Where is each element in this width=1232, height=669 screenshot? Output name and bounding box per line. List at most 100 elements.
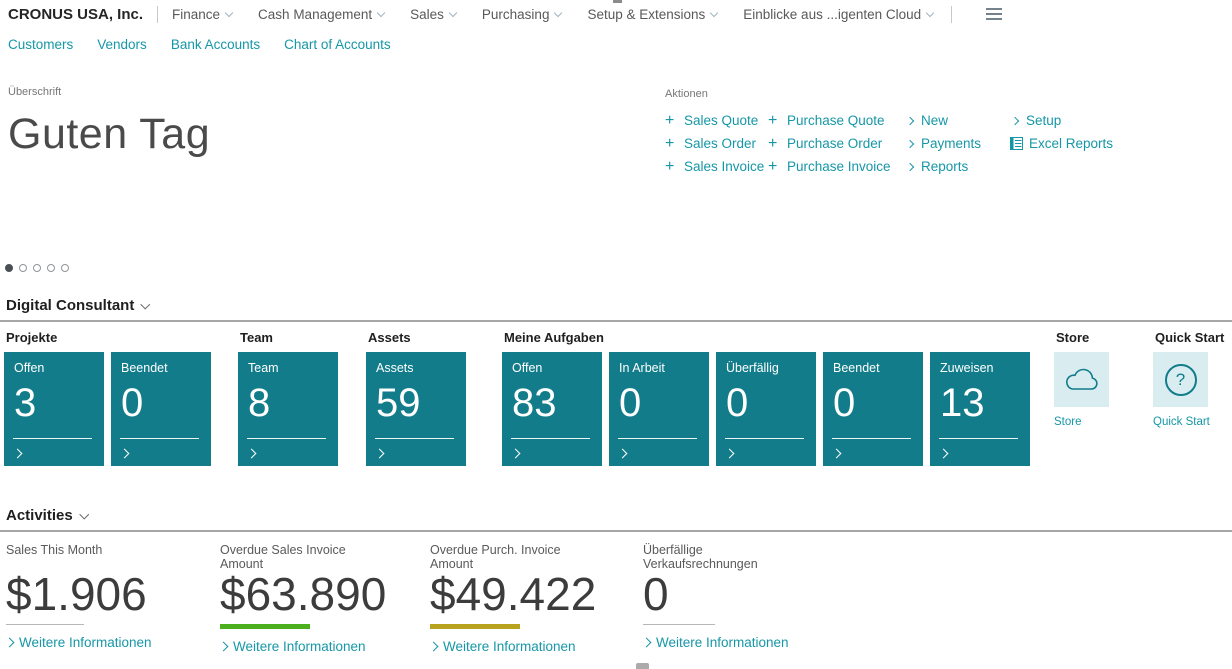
tile-aufgaben-in-arbeit[interactable]: In Arbeit 0 — [609, 352, 709, 466]
chevron-down-icon — [449, 9, 457, 17]
page-title: Guten Tag — [8, 110, 210, 159]
actions-caption: Aktionen — [665, 88, 1113, 100]
top-navigation: CRONUS USA, Inc. Finance Cash Management… — [0, 0, 1232, 28]
tile-aufgaben-offen[interactable]: Offen 83 — [502, 352, 602, 466]
chevron-right-icon — [247, 449, 257, 459]
tile-projekte-offen[interactable]: Offen 3 — [4, 352, 104, 466]
tile-group-label: Team — [240, 330, 338, 345]
role-center-title: Digital Consultant — [6, 297, 134, 314]
kpi-more-info-link[interactable]: Weitere Informationen — [220, 639, 410, 654]
chevron-right-icon — [120, 449, 130, 459]
kpi-ueberfaellige-verkaufsrechnungen: Überfällige Verkaufsrechnungen 0 Weitere… — [643, 543, 833, 650]
tile-divider — [725, 438, 804, 439]
chevron-down-icon — [554, 9, 562, 17]
menu-item-finance[interactable]: Finance — [172, 7, 232, 22]
kpi-value[interactable]: $1.906 — [6, 573, 196, 617]
kpi-more-info-link[interactable]: Weitere Informationen — [643, 635, 833, 650]
action-sales-invoice[interactable]: +Sales Invoice — [665, 155, 768, 178]
activities-header[interactable]: Activities — [0, 507, 1232, 532]
store-group: Store Store — [1054, 330, 1109, 428]
nav-link-chart-of-accounts[interactable]: Chart of Accounts — [284, 37, 391, 52]
action-purchase-quote[interactable]: +Purchase Quote — [768, 109, 905, 132]
quick-start-group: Quick Start ? Quick Start — [1153, 330, 1224, 428]
cropped-artifact — [613, 0, 622, 3]
chevron-down-icon — [710, 9, 718, 17]
action-sales-order[interactable]: +Sales Order — [665, 132, 768, 155]
nav-divider — [951, 6, 952, 23]
kpi-indicator-bar — [643, 624, 715, 625]
tile-group-team: Team Team 8 — [238, 330, 338, 466]
actions-section: Aktionen +Sales Quote +Sales Order +Sale… — [665, 88, 1113, 178]
kpi-value[interactable]: $49.422 — [430, 573, 620, 617]
menu-item-intelligent-cloud[interactable]: Einblicke aus ...igenten Cloud — [743, 7, 933, 22]
nav-link-bank-accounts[interactable]: Bank Accounts — [171, 37, 260, 52]
chevron-down-icon — [79, 510, 88, 519]
chevron-right-icon — [429, 641, 439, 651]
chevron-down-icon — [141, 300, 150, 309]
tile-divider — [511, 438, 590, 439]
menu-item-cash-management[interactable]: Cash Management — [258, 7, 384, 22]
chevron-right-icon — [511, 449, 521, 459]
plus-icon: + — [665, 136, 678, 152]
tile-aufgaben-beendet[interactable]: Beendet 0 — [823, 352, 923, 466]
actions-column-menus: New Payments Reports — [905, 109, 1010, 178]
action-payments[interactable]: Payments — [905, 132, 1010, 155]
chevron-right-icon — [906, 139, 914, 147]
chevron-right-icon — [219, 641, 229, 651]
store-header: Store — [1056, 330, 1109, 345]
tile-group-label: Projekte — [6, 330, 211, 345]
chevron-down-icon — [926, 9, 934, 17]
action-new[interactable]: New — [905, 109, 1010, 132]
action-purchase-order[interactable]: +Purchase Order — [768, 132, 905, 155]
tile-team[interactable]: Team 8 — [238, 352, 338, 466]
chevron-right-icon — [906, 162, 914, 170]
tile-group-meine-aufgaben: Meine Aufgaben Offen 83 In Arbeit 0 Über… — [502, 330, 1030, 466]
actions-column-setup: Setup Excel Reports — [1010, 109, 1113, 178]
carousel-dot[interactable] — [47, 264, 55, 272]
kpi-more-info-link[interactable]: Weitere Informationen — [6, 635, 196, 650]
cloud-icon — [1063, 367, 1101, 393]
store-button[interactable] — [1054, 352, 1109, 407]
menu-icon[interactable] — [982, 4, 1006, 24]
quick-start-button[interactable]: ? — [1153, 352, 1208, 407]
tile-aufgaben-zuweisen[interactable]: Zuweisen 13 — [930, 352, 1030, 466]
chevron-down-icon — [377, 9, 385, 17]
chevron-right-icon — [725, 449, 735, 459]
tile-assets[interactable]: Assets 59 — [366, 352, 466, 466]
quick-start-link[interactable]: Quick Start — [1153, 416, 1224, 428]
nav-link-vendors[interactable]: Vendors — [97, 37, 147, 52]
chevron-right-icon — [618, 449, 628, 459]
menu-item-purchasing[interactable]: Purchasing — [482, 7, 562, 22]
action-setup[interactable]: Setup — [1010, 109, 1113, 132]
tile-group-assets: Assets Assets 59 — [366, 330, 466, 466]
menu-item-sales[interactable]: Sales — [410, 7, 456, 22]
kpi-more-info-link[interactable]: Weitere Informationen — [430, 639, 620, 654]
kpi-indicator-bar — [220, 624, 310, 629]
action-excel-reports[interactable]: Excel Reports — [1010, 132, 1113, 155]
carousel-dot[interactable] — [19, 264, 27, 272]
chevron-down-icon — [225, 9, 233, 17]
tile-aufgaben-ueberfaellig[interactable]: Überfällig 0 — [716, 352, 816, 466]
action-purchase-invoice[interactable]: +Purchase Invoice — [768, 155, 905, 178]
menu-item-setup-extensions[interactable]: Setup & Extensions — [587, 7, 717, 22]
tile-divider — [375, 438, 454, 439]
carousel-dot[interactable] — [33, 264, 41, 272]
chevron-right-icon — [1011, 116, 1019, 124]
store-link[interactable]: Store — [1054, 416, 1109, 428]
carousel-dot[interactable] — [61, 264, 69, 272]
kpi-value[interactable]: 0 — [643, 573, 833, 617]
tile-projekte-beendet[interactable]: Beendet 0 — [111, 352, 211, 466]
tile-group-label: Meine Aufgaben — [504, 330, 1030, 345]
company-name[interactable]: CRONUS USA, Inc. — [8, 6, 143, 23]
role-center-header[interactable]: Digital Consultant — [0, 297, 1232, 322]
action-reports[interactable]: Reports — [905, 155, 1010, 178]
chevron-right-icon — [939, 449, 949, 459]
nav-link-customers[interactable]: Customers — [8, 37, 73, 52]
plus-icon: + — [768, 136, 781, 152]
carousel-dot-active[interactable] — [5, 264, 13, 272]
plus-icon: + — [768, 113, 781, 129]
kpi-overdue-sales-invoice: Overdue Sales Invoice Amount $63.890 Wei… — [220, 543, 410, 654]
action-sales-quote[interactable]: +Sales Quote — [665, 109, 768, 132]
kpi-value[interactable]: $63.890 — [220, 573, 410, 617]
quick-start-header: Quick Start — [1155, 330, 1224, 345]
